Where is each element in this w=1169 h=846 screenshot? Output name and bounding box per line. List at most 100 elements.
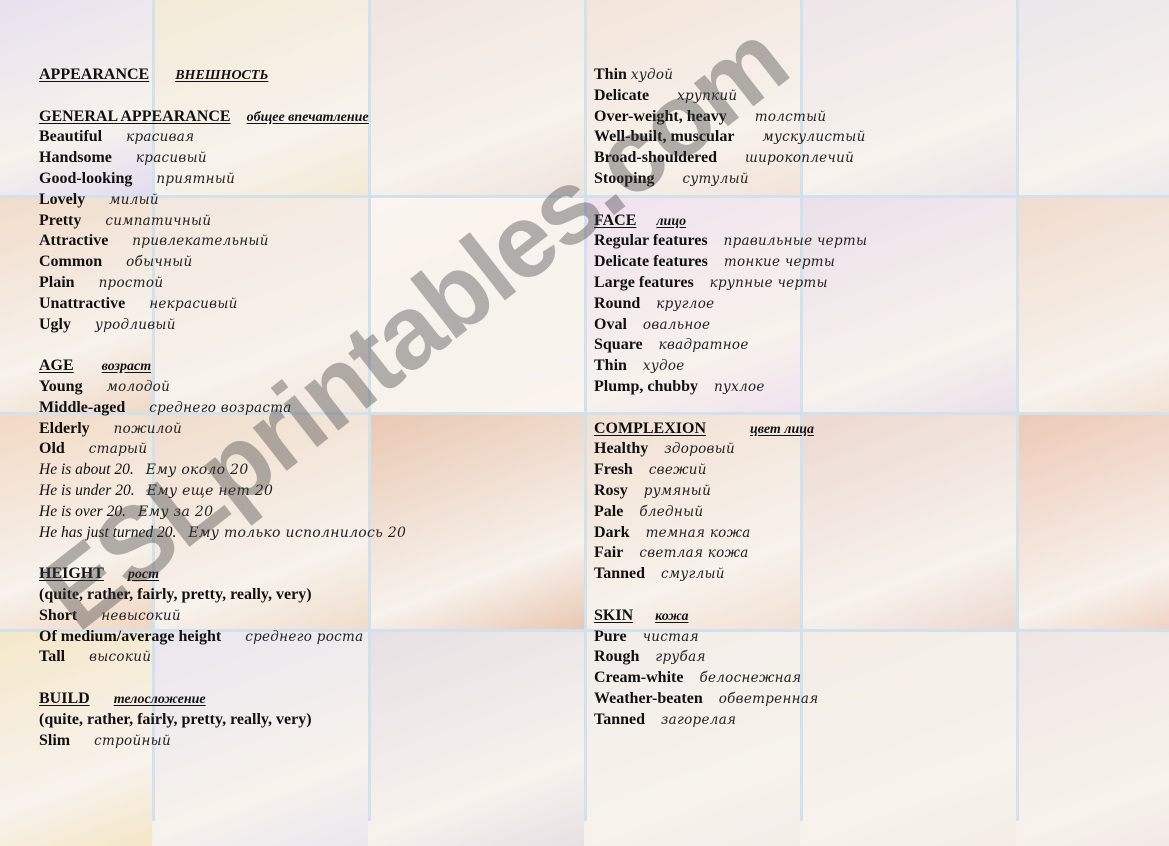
- vocab-item: Unattractive некрасивый: [39, 294, 406, 315]
- vocab-item: Rough грубая: [594, 647, 867, 668]
- vocab-item: Oval овальное: [594, 315, 867, 336]
- vocab-item: Stooping сутулый: [594, 169, 867, 190]
- vocab-item: Broad-shouldered широкоплечий: [594, 148, 867, 169]
- section-heading-en: SKIN: [594, 606, 634, 624]
- vocab-russian: чистая: [642, 628, 699, 645]
- vocab-english: Oval: [594, 315, 627, 333]
- vocab-russian: светлая кожа: [639, 545, 749, 562]
- vocab-russian: сутулый: [682, 170, 749, 187]
- vocab-english: Slim: [39, 731, 71, 749]
- vocab-item: Over-weight, heavy толстый: [594, 107, 867, 128]
- sentence-russian: Ему только исполнилось 20: [188, 524, 407, 541]
- vocab-english: Thin: [594, 357, 627, 375]
- vocab-english: Dark: [594, 523, 630, 541]
- page-title-en: APPEARANCE: [39, 66, 150, 83]
- example-sentence: He is under 20. Ему еще нет 20: [39, 481, 406, 502]
- vocab-english: Rosy: [594, 481, 628, 499]
- section-heading-en: FACE: [594, 211, 637, 229]
- vocab-russian: невысокий: [101, 607, 181, 624]
- vocab-item: Old старый: [39, 439, 406, 460]
- vocab-item: Slim стройный: [39, 731, 406, 752]
- vocab-russian: привлекательный: [132, 233, 269, 250]
- vocab-item: Large features крупные черты: [594, 273, 867, 294]
- vocab-russian: уродливый: [95, 316, 176, 333]
- vocab-russian: старый: [88, 441, 148, 458]
- vocab-english: Good-looking: [39, 169, 133, 187]
- section-heading: BUILD телосложение: [39, 689, 406, 710]
- vocab-russian: смуглый: [661, 566, 725, 583]
- vocab-english: Pale: [594, 502, 624, 520]
- section-heading-en: AGE: [39, 357, 74, 375]
- section-heading: FACE лицо: [594, 211, 867, 232]
- vocab-english: Pretty: [39, 211, 82, 229]
- example-sentence: He has just turned 20. Ему только исполни…: [39, 523, 406, 544]
- vocab-item: Round круглое: [594, 294, 867, 315]
- section-heading-ru: цвет лица: [750, 421, 815, 437]
- vocab-item: Of medium/average height среднего роста: [39, 627, 406, 648]
- vocab-english: Young: [39, 377, 83, 395]
- vocab-russian: грубая: [655, 649, 706, 666]
- vocab-english: Tanned: [594, 710, 645, 728]
- vocab-item: Good-looking приятный: [39, 169, 406, 190]
- vocab-item: Ugly уродливый: [39, 315, 406, 336]
- vocab-english: Cream-white: [594, 669, 684, 687]
- vocab-russian: обветренная: [718, 690, 819, 707]
- vocab-item: Pure чистая: [594, 627, 867, 648]
- vocab-english: Attractive: [39, 232, 109, 250]
- tile-separator: [584, 0, 587, 821]
- vocab-item: Lovely милый: [39, 190, 406, 211]
- tile-separator: [1016, 0, 1019, 821]
- vocab-russian: широкоплечий: [745, 150, 855, 167]
- vocab-english: Common: [39, 253, 103, 271]
- vocab-russian: обычный: [126, 254, 193, 271]
- vocab-russian: мускулистый: [762, 129, 866, 146]
- sentence-english: He is about 20.: [39, 461, 134, 479]
- section-heading: COMPLEXION цвет лица: [594, 419, 867, 440]
- vocab-russian: простой: [98, 274, 164, 291]
- section-heading-en: COMPLEXION: [594, 419, 706, 437]
- vocab-item: Common обычный: [39, 252, 406, 273]
- vocab-russian: тонкие черты: [723, 254, 836, 271]
- vocab-item: Tall высокий: [39, 647, 406, 668]
- vocab-english: Square: [594, 336, 643, 354]
- vocab-english: Elderly: [39, 419, 90, 437]
- vocab-english: Weather-beaten: [594, 689, 703, 707]
- vocab-item: Pretty симпатичный: [39, 211, 406, 232]
- page-title: APPEARANCE ВНЕШНОСТЬ: [39, 65, 406, 86]
- vocab-russian: красивая: [126, 129, 195, 146]
- vocab-item: Regular features правильные черты: [594, 231, 867, 252]
- vocab-english: Plain: [39, 273, 75, 291]
- vocab-item: Healthy здоровый: [594, 439, 867, 460]
- sentence-russian: Ему за 20: [137, 503, 214, 520]
- vocab-item: Thin худой: [594, 65, 867, 86]
- vocab-english: Delicate features: [594, 253, 708, 271]
- vocab-item: Well-built, muscular мускулистый: [594, 127, 867, 148]
- vocab-english: Pure: [594, 627, 627, 645]
- vocab-item: Short невысокий: [39, 606, 406, 627]
- vocab-english: Unattractive: [39, 294, 126, 312]
- vocab-english: Middle-aged: [39, 398, 126, 416]
- sentence-russian: Ему около 20: [145, 462, 249, 479]
- vocab-item: Plain простой: [39, 273, 406, 294]
- vocab-item: Plump, chubby пухлое: [594, 377, 867, 398]
- section-heading: AGE возраст: [39, 356, 406, 377]
- vocab-item: Attractive привлекательный: [39, 231, 406, 252]
- vocab-russian: симпатичный: [105, 212, 212, 229]
- page-title-ru: ВНЕШНОСТЬ: [175, 68, 269, 83]
- vocab-russian: пожилой: [113, 420, 183, 437]
- vocab-russian: загорелая: [661, 711, 737, 728]
- vocab-item: Elderly пожилой: [39, 419, 406, 440]
- vocab-russian: здоровый: [664, 441, 735, 458]
- vocab-russian: некрасивый: [149, 295, 238, 312]
- vocab-russian: худой: [630, 67, 674, 83]
- vocab-item: Handsome красивый: [39, 148, 406, 169]
- vocab-english: Old: [39, 440, 65, 458]
- vocab-item: Pale бледный: [594, 502, 867, 523]
- vocab-english: Plump, chubby: [594, 377, 699, 395]
- section-heading: GENERAL APPEARANCE общее впечатление: [39, 107, 406, 128]
- sentence-russian: Ему еще нет 20: [146, 482, 274, 499]
